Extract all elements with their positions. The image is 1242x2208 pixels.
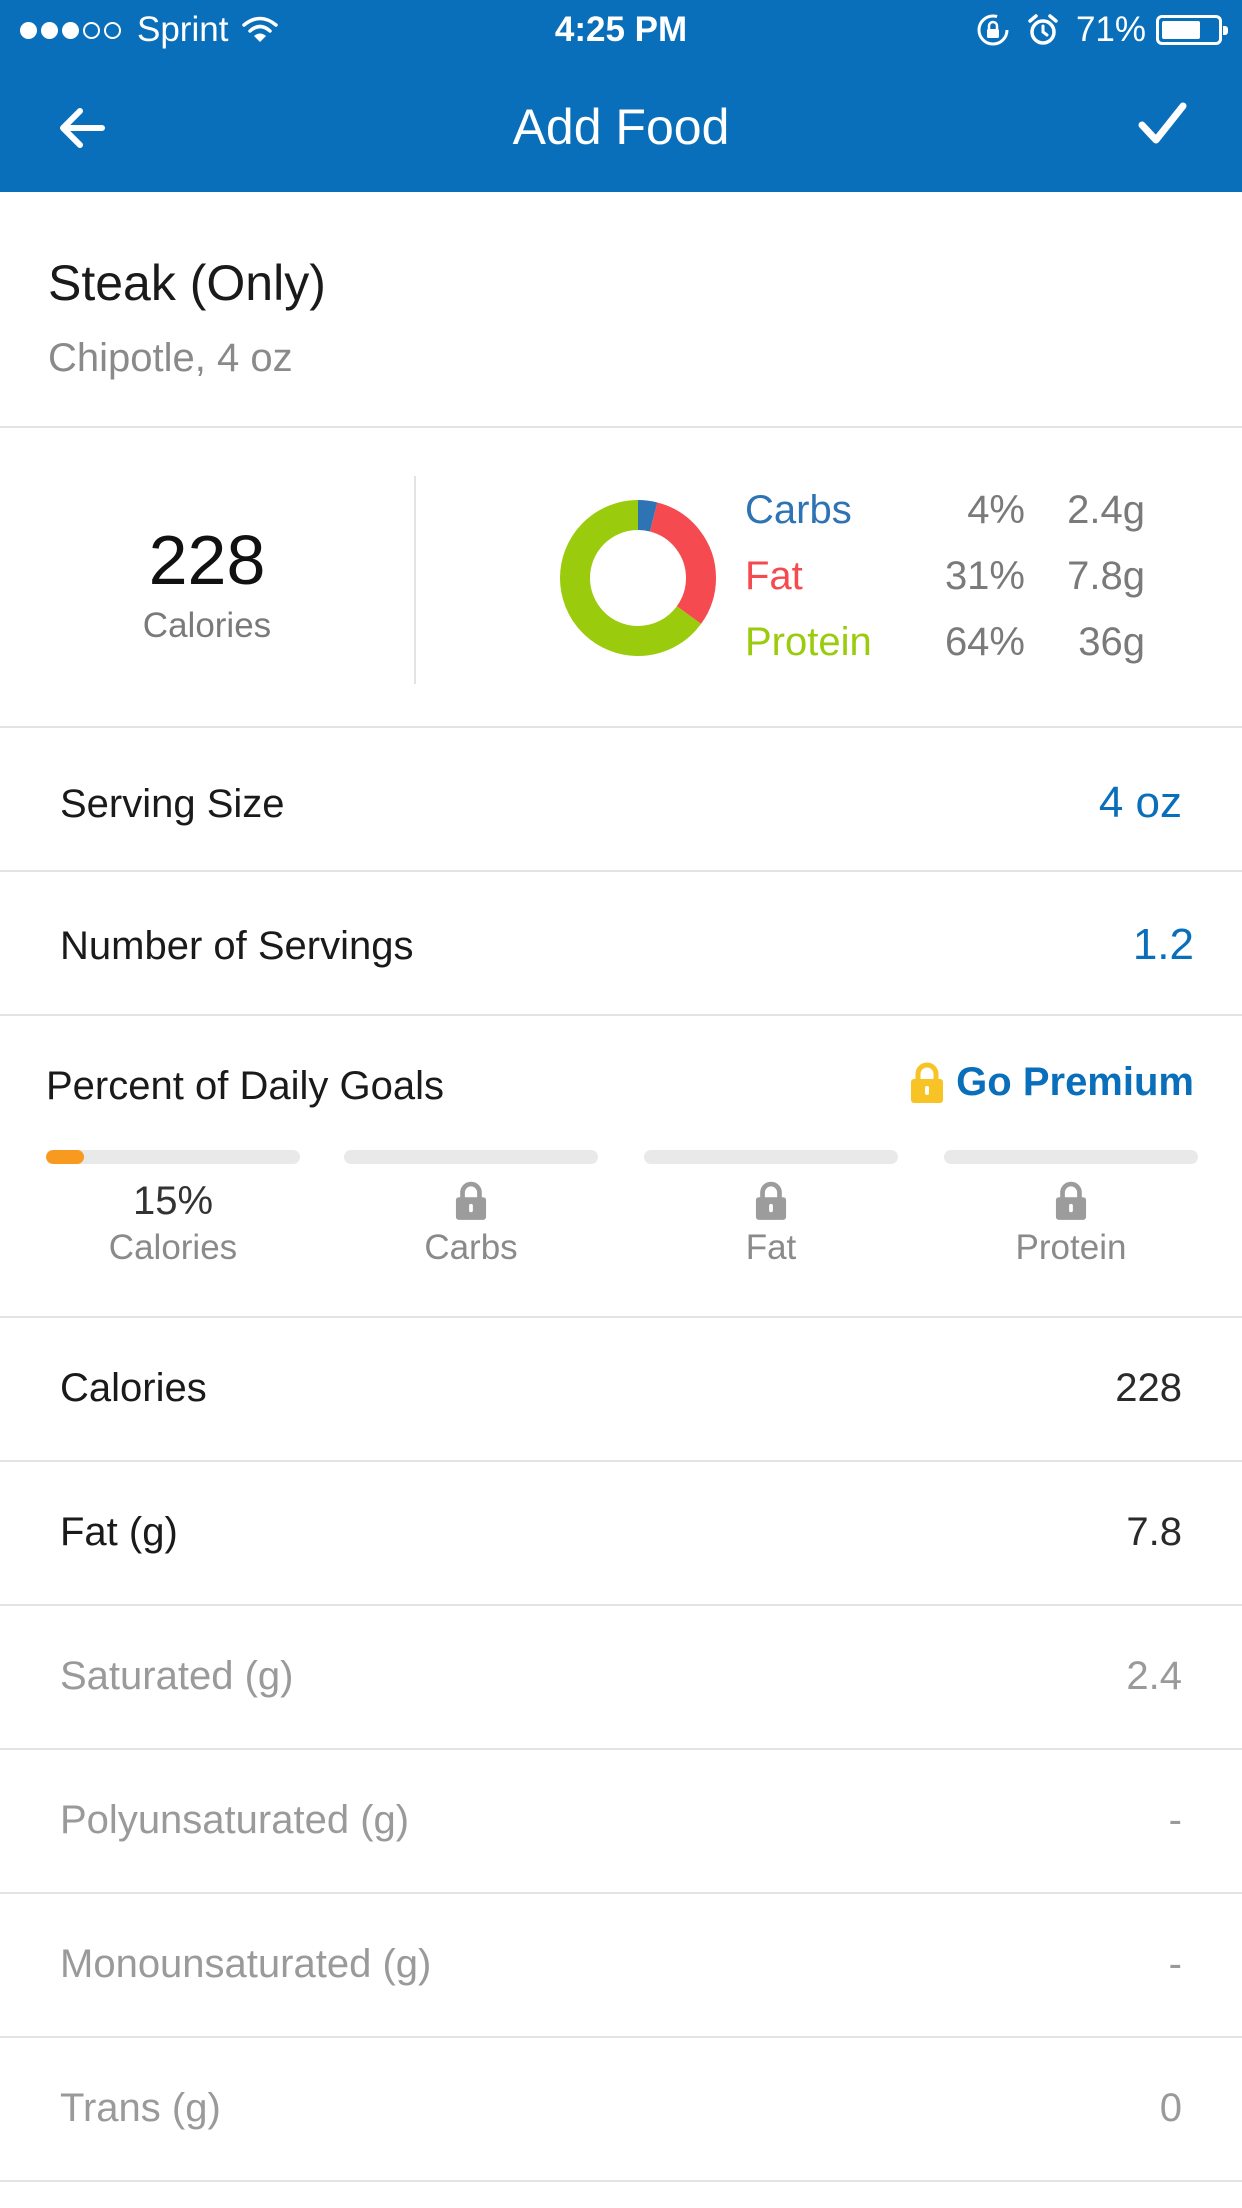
macro-grams: 7.8g [1067,554,1145,598]
nutrient-label: Saturated (g) [60,1654,294,1698]
macro-percent: 31% [944,554,1025,598]
nav-bar: Add Food [0,62,1242,192]
nutrition-row-fat: Fat (g) 7.8 [0,1462,1242,1606]
macro-percent: 4% [967,488,1025,532]
nutrient-value: 228 [1115,1366,1182,1410]
nutrient-label: Calories [60,1366,207,1410]
nutrient-value: - [1168,1942,1182,1986]
serving-size-row[interactable]: Serving Size 4 oz [0,728,1242,872]
nutrition-row-calories: Calories 228 [0,1318,1242,1462]
nutrition-summary: 228 Calories Carbs 4% 2.4g Fat 31% 7.8g … [0,428,1242,728]
daily-goals-title: Percent of Daily Goals [46,1064,444,1108]
goal-protein[interactable]: Protein [944,1176,1198,1268]
nutrition-row-saturated: Saturated (g) 2.4 [0,1606,1242,1750]
nutrition-row-polyunsaturated: Polyunsaturated (g) - [0,1750,1242,1894]
goal-fat[interactable]: Fat [644,1176,898,1268]
goal-carbs[interactable]: Carbs [344,1176,598,1268]
serving-size-value[interactable]: 4 oz [1099,778,1182,828]
lock-icon [755,1181,787,1220]
goal-label: Fat [745,1228,797,1267]
go-premium-link[interactable]: Go Premium [910,1060,1194,1105]
go-premium-label: Go Premium [956,1060,1194,1104]
nutrition-row-trans: Trans (g) 0 [0,2038,1242,2182]
lock-icon [1055,1181,1087,1220]
macro-grams: 36g [1078,620,1145,664]
goal-bar-protein [944,1150,1198,1164]
nutrient-value: - [1168,1798,1182,1842]
macro-percent: 64% [944,620,1025,664]
goal-bar-fat [644,1150,898,1164]
goal-bar-calories [46,1150,300,1164]
food-header: Steak (Only) Chipotle, 4 oz [0,192,1242,428]
daily-goals-section: Percent of Daily Goals Go Premium 15% Ca… [0,1016,1242,1318]
status-bar: Sprint 4:25 PM 71% [0,0,1242,62]
macro-name: Carbs [745,488,852,532]
calorie-summary: 228 Calories [0,428,414,728]
battery-percent: 71% [1075,10,1146,49]
number-of-servings-row[interactable]: Number of Servings 1.2 [0,872,1242,1016]
goal-label: Calories [108,1228,238,1267]
macro-name: Protein [745,620,872,664]
calorie-label: Calories [142,606,272,645]
nutrient-label: Fat (g) [60,1510,178,1554]
confirm-checkmark-button[interactable] [1132,94,1192,154]
goal-percent: 15% [132,1179,214,1223]
food-subtitle: Chipotle, 4 oz [48,336,293,380]
goal-label: Protein [1015,1228,1127,1267]
macro-name: Fat [745,554,803,598]
nutrition-row-monounsaturated: Monounsaturated (g) - [0,1894,1242,2038]
food-name: Steak (Only) [48,255,326,311]
rotation-lock-icon [977,14,1009,46]
serving-size-label: Serving Size [60,782,285,826]
goal-bar-carbs [344,1150,598,1164]
lock-icon [455,1181,487,1220]
lock-icon [911,1062,944,1103]
nutrient-value: 7.8 [1126,1510,1182,1554]
page-title: Add Food [512,99,730,155]
nutrient-label: Monounsaturated (g) [60,1942,432,1986]
nutrient-value: 0 [1159,2086,1182,2130]
battery-icon [1156,15,1228,45]
goal-label: Carbs [424,1228,518,1267]
goal-calories: 15% Calories [46,1176,300,1268]
macro-donut-chart [560,500,716,656]
number-of-servings-label: Number of Servings [60,924,414,968]
nutrient-value: 2.4 [1126,1654,1182,1698]
calorie-count: 228 [148,521,266,599]
alarm-icon [1028,14,1058,45]
divider [414,476,416,684]
number-of-servings-value[interactable]: 1.2 [1133,920,1194,970]
app-header: Sprint 4:25 PM 71% Add Food [0,0,1242,192]
macro-grams: 2.4g [1067,488,1145,532]
nutrient-label: Trans (g) [60,2086,221,2130]
nutrient-label: Polyunsaturated (g) [60,1798,410,1842]
